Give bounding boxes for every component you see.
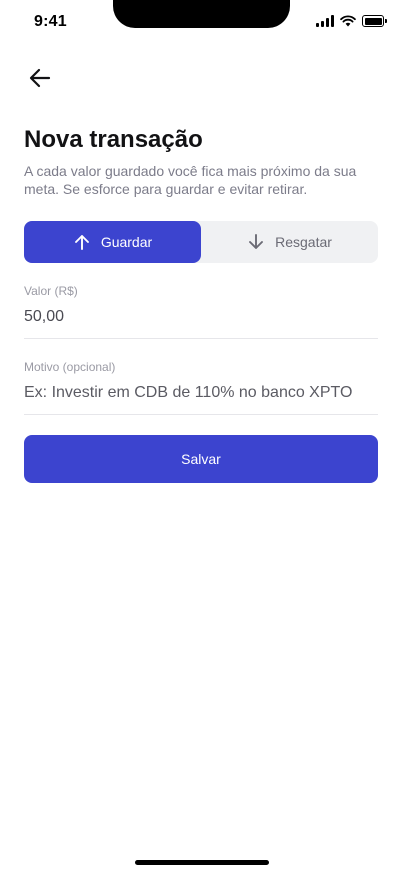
guardar-label: Guardar <box>100 234 153 250</box>
page-subtitle: A cada valor guardado você fica mais pró… <box>24 163 357 197</box>
valor-label: Valor (R$) <box>24 284 78 298</box>
valor-field: Valor (R$) <box>24 284 378 339</box>
motivo-field: Motivo (opcional) <box>24 360 378 415</box>
notch <box>113 0 290 28</box>
home-indicator <box>135 860 269 865</box>
status-bar: 9:41 <box>0 0 402 46</box>
status-icons <box>316 15 387 27</box>
screen: 9:41 Nova transação A cada valor guardad… <box>0 0 402 874</box>
arrow-up-icon <box>74 235 89 250</box>
transaction-type-toggle: Guardar Resgatar <box>24 221 378 263</box>
page-title: Nova transação <box>24 126 203 153</box>
wifi-icon <box>340 15 356 27</box>
save-button[interactable]: Salvar <box>24 435 378 483</box>
guardar-tab[interactable]: Guardar <box>24 221 201 263</box>
motivo-label: Motivo (opcional) <box>24 360 116 374</box>
valor-input[interactable] <box>24 308 378 326</box>
arrow-left-icon <box>29 68 51 88</box>
status-time: 9:41 <box>34 13 67 30</box>
resgatar-tab[interactable]: Resgatar <box>201 221 378 263</box>
motivo-input[interactable] <box>24 384 378 402</box>
resgatar-label: Resgatar <box>275 234 332 250</box>
back-button[interactable] <box>24 62 56 94</box>
cellular-signal-icon <box>316 15 334 27</box>
battery-icon <box>362 15 387 27</box>
arrow-down-icon <box>249 234 264 249</box>
